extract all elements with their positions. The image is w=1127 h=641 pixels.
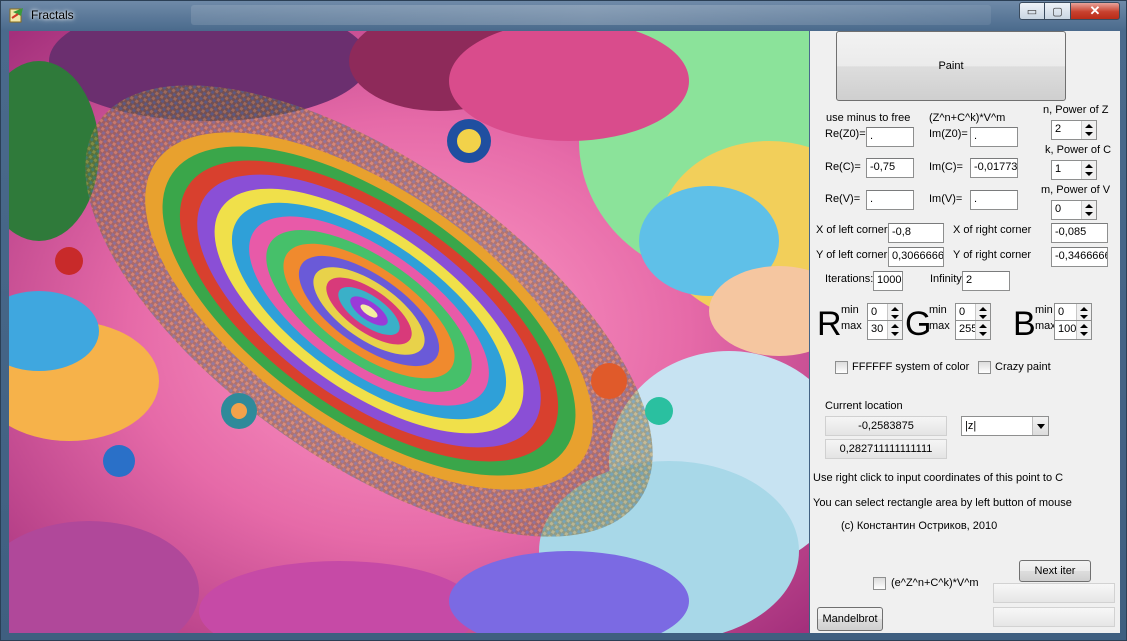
crazy-paint-label: Crazy paint [995, 361, 1051, 373]
location-x-value: -0,2583875 [858, 420, 914, 432]
b-max-spinner[interactable]: 100 [1054, 320, 1092, 340]
n-power-value: 2 [1055, 123, 1062, 135]
g-max-spinner[interactable]: 255 [955, 320, 991, 340]
r-max-label: max [841, 320, 862, 332]
r-max-value: 30 [871, 323, 884, 335]
mandelbrot-label: Mandelbrot [822, 613, 878, 625]
maximize-button[interactable]: ▢ [1044, 2, 1071, 20]
x-left-input[interactable]: -0,8 [888, 223, 944, 243]
g-min-label: min [929, 304, 947, 316]
y-left-label: Y of left corner [816, 249, 888, 261]
close-button[interactable]: ✕ [1070, 2, 1120, 20]
k-power-arrows[interactable] [1081, 161, 1096, 179]
im-v-label: Im(V)= [929, 193, 963, 205]
x-right-input[interactable]: -0,085 [1051, 223, 1108, 243]
current-location-label: Current location [825, 400, 903, 412]
coloring-mode-value: |z| [965, 420, 977, 432]
re-v-label: Re(V)= [825, 193, 861, 205]
fractal-canvas[interactable] [9, 31, 809, 633]
exp-formula-checkbox[interactable] [873, 577, 886, 590]
m-power-arrows[interactable] [1081, 201, 1096, 219]
n-power-arrows[interactable] [1081, 121, 1096, 139]
b-min-label: min [1035, 304, 1053, 316]
hint-select-area: You can select rectangle area by left bu… [813, 497, 1072, 509]
g-min-value: 0 [959, 306, 966, 318]
re-c-input[interactable]: -0,75 [866, 158, 914, 178]
maximize-icon: ▢ [1052, 5, 1063, 18]
exp-formula-label: (e^Z^n+C^k)*V^m [891, 577, 979, 589]
re-v-input[interactable]: . [866, 190, 914, 210]
infinity-label: Infinity: [930, 273, 965, 285]
ffffff-color-label: FFFFFF system of color [852, 361, 970, 373]
mandelbrot-button[interactable]: Mandelbrot [817, 607, 883, 631]
copyright-text: (c) Константин Остриков, 2010 [841, 520, 998, 532]
fractal-image [9, 31, 809, 633]
re-c-label: Re(C)= [825, 161, 861, 173]
blank-button-bottom[interactable] [993, 607, 1115, 627]
re-z0-label: Re(Z0)= [825, 128, 866, 140]
coloring-mode-select[interactable]: |z| [961, 416, 1049, 436]
formula-label: (Z^n+C^k)*V^m [929, 112, 1006, 124]
m-power-label: m, Power of V [1041, 184, 1111, 196]
r-min-value: 0 [871, 306, 878, 318]
x-right-label: X of right corner [953, 224, 1032, 236]
next-iter-label: Next iter [1034, 565, 1076, 577]
r-min-label: min [841, 304, 859, 316]
app-window: Fractals ▭ ▢ ✕ Paint use minus to free (… [0, 0, 1127, 641]
im-c-input[interactable]: -0,01773 [970, 158, 1018, 178]
paint-button[interactable]: Paint [836, 31, 1066, 101]
n-power-label: n, Power of Z [1043, 104, 1109, 116]
im-z0-label: Im(Z0)= [929, 128, 968, 140]
iterations-label: Iterations: [825, 273, 874, 285]
m-power-spinner[interactable]: 0 [1051, 200, 1097, 220]
title-bar[interactable]: Fractals ▭ ▢ ✕ [1, 1, 1127, 29]
location-y-button[interactable]: 0,282711111111111 [825, 439, 947, 459]
r-channel-letter: R [817, 305, 842, 343]
control-panel: Paint use minus to free (Z^n+C^k)*V^m n,… [810, 31, 1120, 633]
im-z0-input[interactable]: . [970, 127, 1018, 147]
r-max-arrows[interactable] [887, 321, 902, 339]
next-iter-button[interactable]: Next iter [1019, 560, 1091, 582]
location-x-button[interactable]: -0,2583875 [825, 416, 947, 436]
close-icon: ✕ [1089, 3, 1101, 18]
b-channel-letter: B [1013, 305, 1036, 343]
paint-button-label: Paint [938, 60, 964, 72]
chevron-down-icon[interactable] [1032, 417, 1048, 435]
r-max-spinner[interactable]: 30 [867, 320, 903, 340]
m-power-value: 0 [1055, 203, 1062, 215]
b-max-arrows[interactable] [1076, 321, 1091, 339]
n-power-spinner[interactable]: 2 [1051, 120, 1097, 140]
window-title: Fractals [31, 8, 74, 22]
b-max-label: max [1035, 320, 1056, 332]
b-min-value: 0 [1058, 306, 1065, 318]
iterations-input[interactable]: 10000 [873, 271, 903, 291]
g-max-label: max [929, 320, 950, 332]
k-power-value: 1 [1055, 163, 1062, 175]
title-bar-glass [191, 5, 991, 25]
g-max-arrows[interactable] [975, 321, 990, 339]
crazy-paint-checkbox[interactable] [978, 361, 991, 374]
infinity-input[interactable]: 2 [962, 271, 1010, 291]
fractals-app-icon [9, 8, 23, 23]
k-power-label: k, Power of C [1045, 144, 1112, 156]
minimize-button[interactable]: ▭ [1019, 2, 1045, 20]
y-left-input[interactable]: 0,3066666 [888, 247, 944, 267]
re-z0-input[interactable]: . [866, 127, 914, 147]
im-c-label: Im(C)= [929, 161, 963, 173]
blank-button-top[interactable] [993, 583, 1115, 603]
y-right-label: Y of right corner [953, 249, 1032, 261]
im-v-input[interactable]: . [970, 190, 1018, 210]
x-left-label: X of left corner [816, 224, 888, 236]
ffffff-color-checkbox[interactable] [835, 361, 848, 374]
y-right-input[interactable]: -0,3466666 [1051, 247, 1108, 267]
g-channel-letter: G [905, 305, 932, 343]
location-y-value: 0,282711111111111 [839, 443, 933, 455]
hint-right-click: Use right click to input coordinates of … [813, 472, 1064, 484]
b-max-value: 100 [1058, 323, 1077, 335]
hint-minus: use minus to free [826, 112, 911, 124]
minimize-icon: ▭ [1026, 5, 1038, 18]
k-power-spinner[interactable]: 1 [1051, 160, 1097, 180]
